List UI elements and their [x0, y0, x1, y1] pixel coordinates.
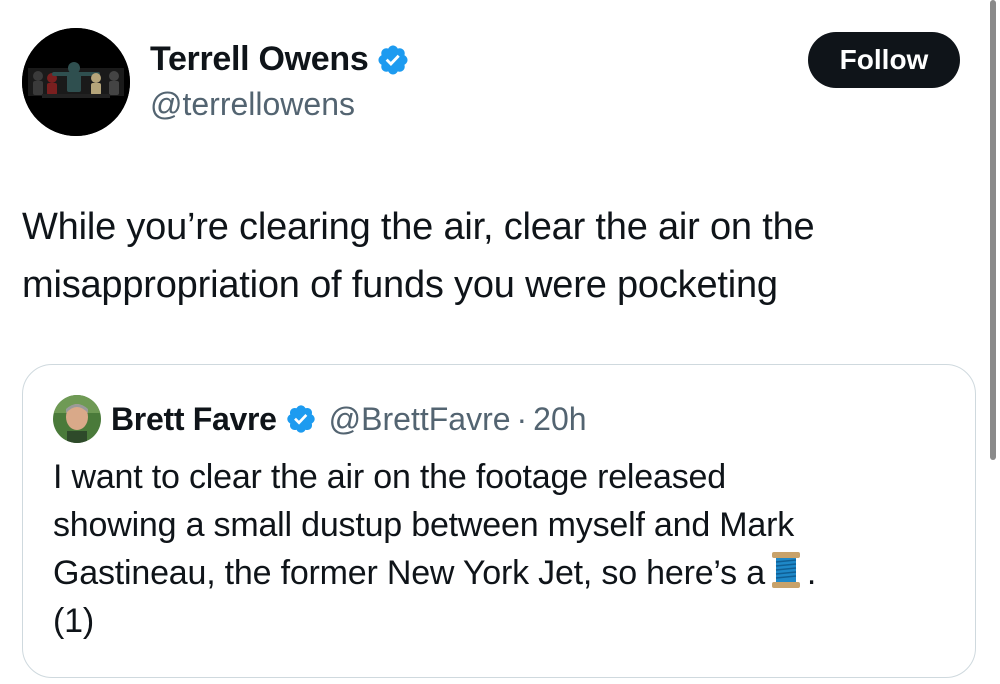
follow-button[interactable]: Follow [808, 32, 960, 88]
scrollbar[interactable] [990, 0, 996, 460]
tweet-header: Terrell Owens @terrellowens Follow [20, 28, 970, 140]
football-players-collage-icon [22, 28, 130, 136]
author-avatar[interactable] [22, 28, 130, 136]
tweet-text-line: While you’re clearing the air, clear the… [22, 206, 815, 248]
quoted-tweet-text: I want to clear the air on the footage r… [53, 453, 953, 645]
quoted-tweet-card[interactable]: Brett Favre @BrettFavre · 20h I want to … [22, 364, 976, 678]
quoted-author-display-name[interactable]: Brett Favre [111, 401, 277, 438]
tweet-page: Terrell Owens @terrellowens Follow While… [0, 0, 1000, 684]
author-display-name[interactable]: Terrell Owens [150, 40, 369, 79]
author-handle[interactable]: @terrellowens [150, 86, 355, 123]
quoted-text-line: Gastineau, the former New York Jet, so h… [53, 549, 953, 597]
quoted-author-avatar[interactable] [53, 395, 101, 443]
quoted-text-line: I want to clear the air on the footage r… [53, 458, 726, 496]
verified-badge-icon [376, 43, 410, 77]
separator-dot: · [516, 400, 528, 437]
quoted-text-line: showing a small dustup between myself an… [53, 506, 795, 544]
brett-favre-portrait-icon [53, 395, 101, 443]
quoted-text-segment: Gastineau, the former New York Jet, so h… [53, 554, 765, 592]
quoted-author-handle[interactable]: @BrettFavre [329, 401, 511, 438]
tweet-text: While you’re clearing the air, clear the… [22, 198, 962, 314]
quoted-text-segment: . [806, 554, 817, 592]
quoted-text-line: (1) [53, 602, 94, 640]
author-name-row: Terrell Owens [150, 40, 410, 79]
tweet-text-line: misappropriation of funds you were pocke… [22, 264, 778, 306]
verified-badge-icon [285, 403, 317, 435]
quoted-tweet-timestamp[interactable]: 20h [533, 401, 586, 438]
spool-of-thread-icon [769, 550, 803, 590]
quoted-tweet-header: Brett Favre @BrettFavre · 20h [53, 395, 587, 443]
